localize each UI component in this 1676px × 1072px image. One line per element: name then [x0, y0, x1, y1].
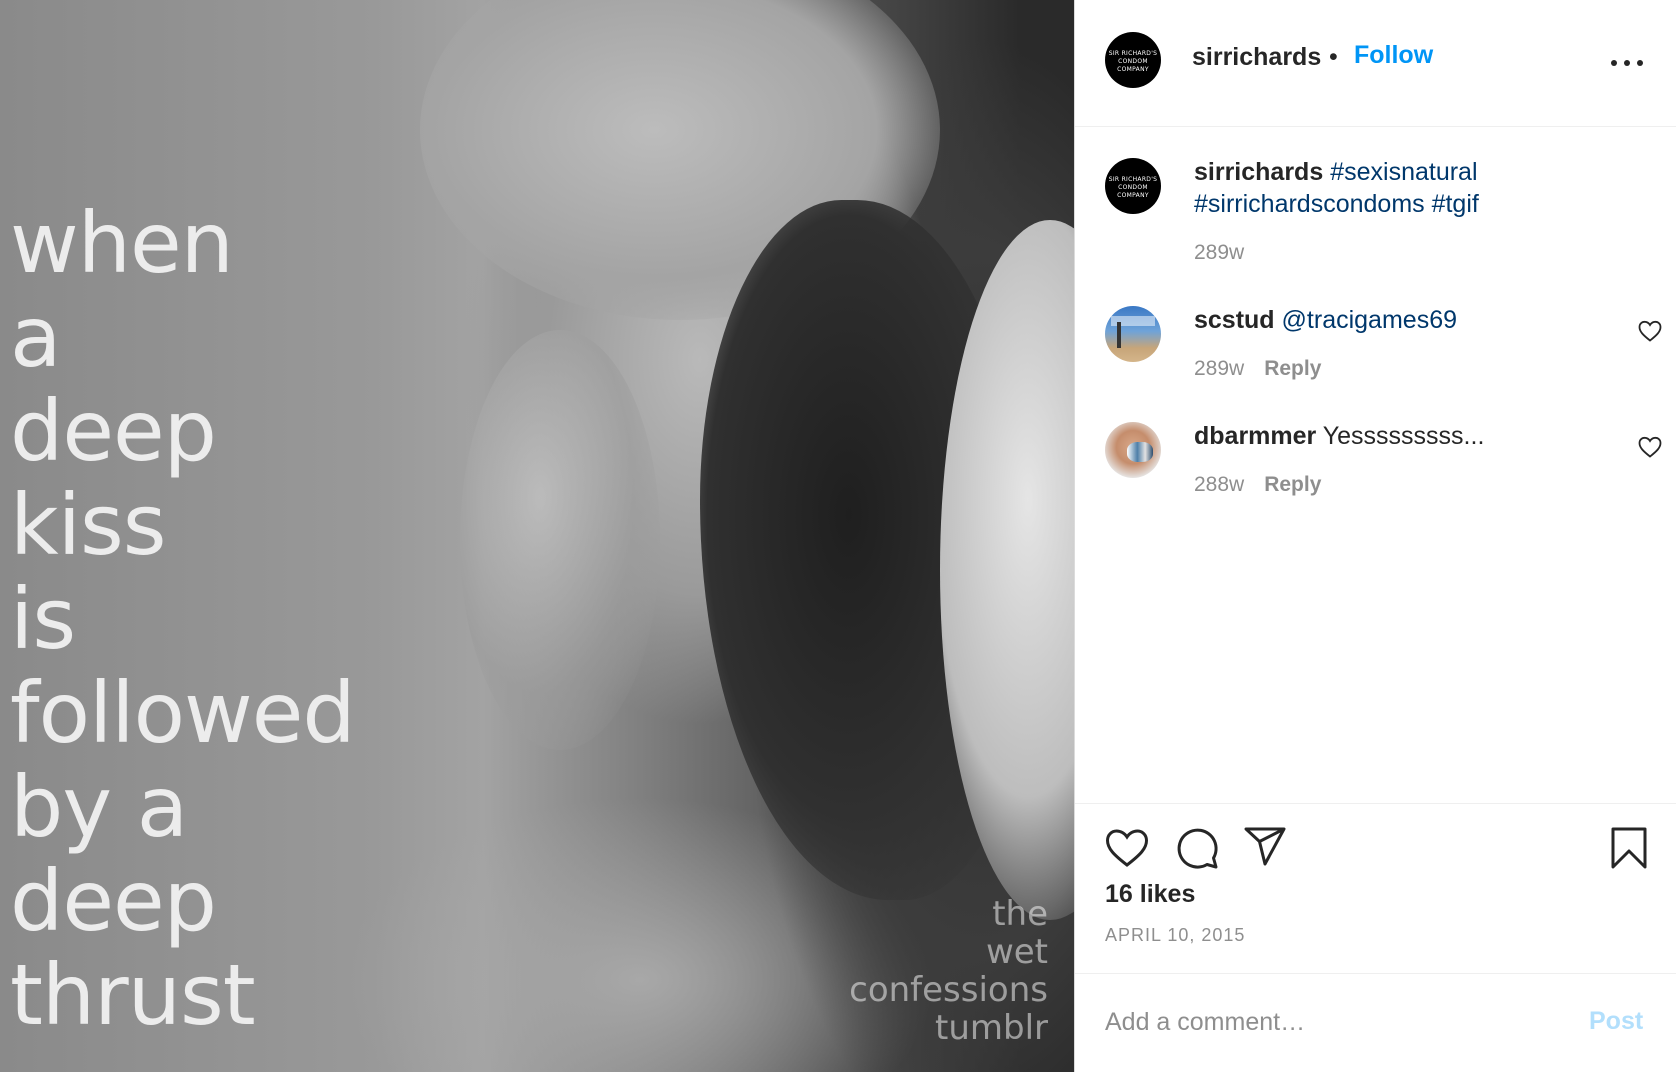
comment-age[interactable]: 289w	[1194, 357, 1244, 380]
header-username[interactable]: sirrichards	[1192, 43, 1321, 72]
watermark-line: tumblr	[934, 1008, 1048, 1048]
avatar[interactable]: SIR RICHARD'S CONDOM COMPANY	[1105, 158, 1161, 214]
poem-line: kiss	[10, 476, 167, 574]
poem-line: by a	[10, 758, 188, 856]
post-button[interactable]: Post	[1589, 1007, 1643, 1036]
watermark-line: the	[992, 894, 1048, 934]
poem-line: deep	[10, 382, 217, 480]
comment-meta: 289w Reply	[1194, 357, 1321, 381]
comments-list: SIR RICHARD'S CONDOM COMPANY sirrichards…	[1075, 128, 1676, 803]
heart-icon[interactable]	[1638, 320, 1662, 342]
caption-meta: 289w	[1194, 241, 1244, 265]
poem-line: a	[10, 288, 61, 386]
avatar[interactable]	[1105, 306, 1161, 362]
image-watermark: the wet confessions tumblr	[849, 895, 1048, 1047]
image-neck-shade	[460, 330, 660, 750]
comment-input[interactable]	[1105, 1004, 1545, 1040]
poem-line: followed	[10, 664, 356, 762]
caption-text: sirrichards #sexisnatural #sirrichardsco…	[1194, 156, 1616, 220]
comment-username[interactable]: dbarmmer	[1194, 422, 1316, 450]
watermark-line: wet	[985, 932, 1048, 972]
post-details-panel: SIR RICHARD'S CONDOM COMPANY sirrichards…	[1074, 0, 1676, 1072]
avatar-logo-text: SIR RICHARD'S CONDOM COMPANY	[1108, 50, 1158, 73]
comment-mention[interactable]: @tracigames69	[1282, 306, 1457, 334]
post-view: when a deep kiss is followed by a deep t…	[0, 0, 1676, 1072]
post-date[interactable]: APRIL 10, 2015	[1105, 925, 1245, 946]
share-icon[interactable]	[1243, 826, 1287, 868]
more-options-icon[interactable]	[1611, 52, 1643, 72]
reply-button[interactable]: Reply	[1264, 357, 1321, 380]
heart-icon[interactable]	[1105, 828, 1149, 868]
bookmark-icon[interactable]	[1610, 826, 1648, 870]
comment-icon[interactable]	[1175, 826, 1219, 870]
avatar[interactable]	[1105, 422, 1161, 478]
comment-text: dbarmmer Yesssssssss...	[1194, 420, 1616, 452]
comment-text: scstud @tracigames69	[1194, 304, 1616, 336]
comment-username[interactable]: scstud	[1194, 306, 1275, 334]
post-image[interactable]: when a deep kiss is followed by a deep t…	[0, 0, 1074, 1072]
caption-username[interactable]: sirrichards	[1194, 158, 1323, 186]
poem-line: is	[10, 570, 76, 668]
poem-line: thrust	[10, 946, 256, 1044]
caption-age[interactable]: 289w	[1194, 241, 1244, 264]
poem-line: when	[10, 194, 234, 292]
avatar-logo-text: SIR RICHARD'S CONDOM COMPANY	[1108, 176, 1158, 199]
likes-count[interactable]: 16 likes	[1105, 880, 1195, 909]
comment-meta: 288w Reply	[1194, 473, 1321, 497]
header-separator: •	[1329, 43, 1338, 71]
image-poem-text: when a deep kiss is followed by a deep t…	[10, 194, 356, 1044]
action-bar: 16 likes APRIL 10, 2015	[1075, 803, 1676, 973]
post-header: SIR RICHARD'S CONDOM COMPANY sirrichards…	[1075, 0, 1676, 127]
comment-composer: Post	[1075, 973, 1676, 1072]
comment-age[interactable]: 288w	[1194, 473, 1244, 496]
poem-line: deep	[10, 852, 217, 950]
watermark-line: confessions	[849, 970, 1048, 1010]
heart-icon[interactable]	[1638, 436, 1662, 458]
follow-button[interactable]: Follow	[1354, 41, 1433, 70]
avatar[interactable]: SIR RICHARD'S CONDOM COMPANY	[1105, 32, 1161, 88]
reply-button[interactable]: Reply	[1264, 473, 1321, 496]
comment-body: Yesssssssss...	[1322, 422, 1485, 450]
